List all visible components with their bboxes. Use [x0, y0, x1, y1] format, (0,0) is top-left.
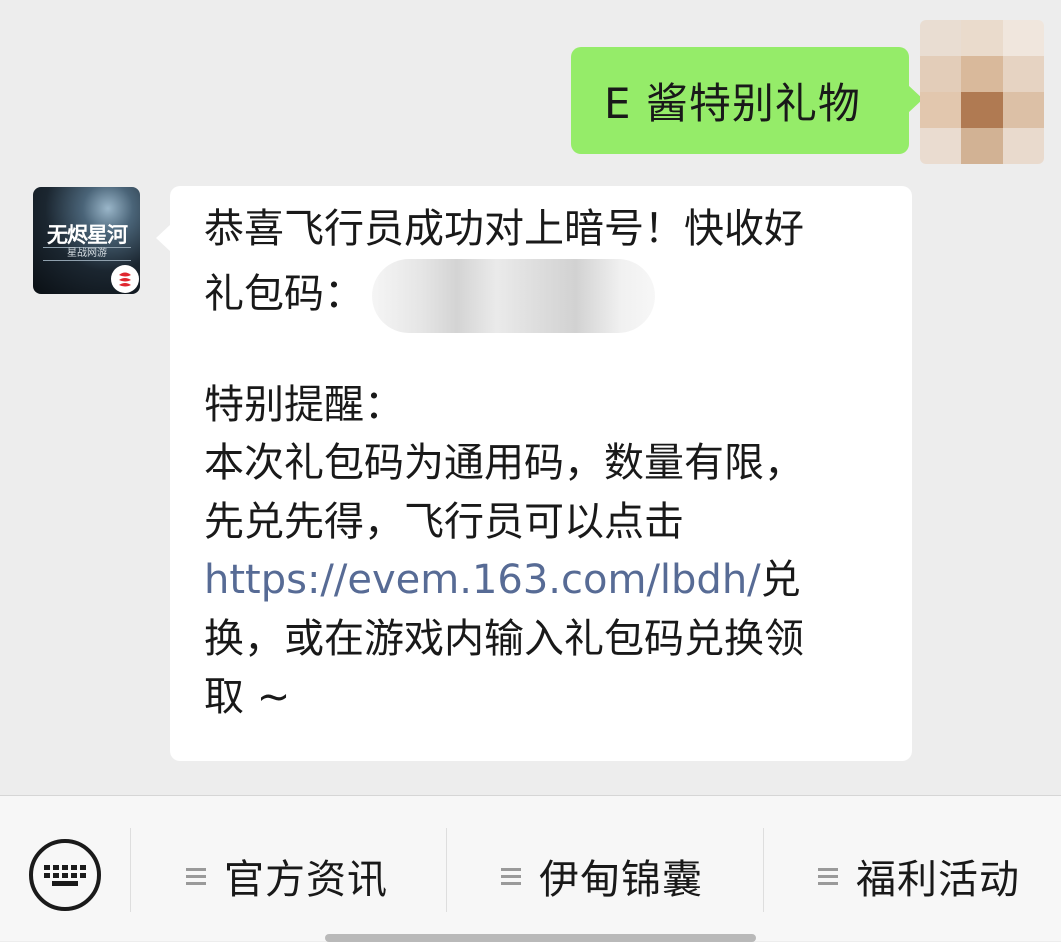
- menu-list-icon: [186, 864, 206, 889]
- redacted-gift-code: [372, 258, 655, 333]
- chat-area: E 酱特别礼物 无烬星河 星战网游 恭喜飞行员成功对上暗号！快收好 礼包码： 特…: [0, 0, 1061, 795]
- menu-list-icon: [818, 864, 838, 889]
- keyboard-icon: [44, 864, 86, 886]
- user-avatar[interactable]: [920, 20, 1044, 164]
- menu-list-icon: [501, 864, 521, 889]
- outgoing-message-text: E 酱特别礼物: [604, 79, 861, 128]
- message-line: 本次礼包码为通用码，数量有限，: [204, 440, 804, 486]
- menu-item-label: 官方资讯: [224, 857, 388, 903]
- bottom-menu-bar: 官方资讯 伊甸锦囊 福利活动: [0, 795, 1061, 942]
- redeem-link[interactable]: https://evem.163.com/lbdh/: [204, 557, 761, 603]
- menu-item-label: 福利活动: [856, 857, 1020, 903]
- keyboard-toggle-button[interactable]: [29, 839, 101, 911]
- outgoing-message-bubble[interactable]: E 酱特别礼物: [571, 47, 923, 154]
- menu-divider: [763, 828, 764, 912]
- gift-code-label: 礼包码：: [204, 270, 364, 317]
- menu-item-label: 伊甸锦囊: [539, 857, 703, 903]
- menu-item-welfare-events[interactable]: 福利活动: [818, 840, 1020, 912]
- menu-item-eden-tips[interactable]: 伊甸锦囊: [501, 840, 703, 912]
- message-line: 换，或在游戏内输入礼包码兑换领: [204, 615, 804, 662]
- incoming-message-bubble[interactable]: 恭喜飞行员成功对上暗号！快收好 礼包码： 特别提醒： 本次礼包码为通用码，数量有…: [156, 186, 912, 761]
- netease-logo-icon: [111, 265, 139, 293]
- message-line: https://evem.163.com/lbdh/兑: [204, 551, 888, 610]
- message-line: 恭喜飞行员成功对上暗号！快收好: [204, 206, 804, 252]
- message-line: 礼包码：: [204, 258, 888, 333]
- menu-divider: [130, 828, 131, 912]
- game-logo-text: 无烬星河: [47, 223, 128, 247]
- menu-item-official-news[interactable]: 官方资讯: [186, 840, 388, 912]
- game-logo-subtitle: 星战网游: [43, 247, 131, 261]
- message-text: 兑: [760, 557, 801, 603]
- message-line: 特别提醒：: [204, 381, 404, 428]
- message-line: 取 ~: [204, 674, 291, 720]
- message-line: 先兑先得，飞行员可以点击: [204, 498, 684, 545]
- menu-divider: [446, 828, 447, 912]
